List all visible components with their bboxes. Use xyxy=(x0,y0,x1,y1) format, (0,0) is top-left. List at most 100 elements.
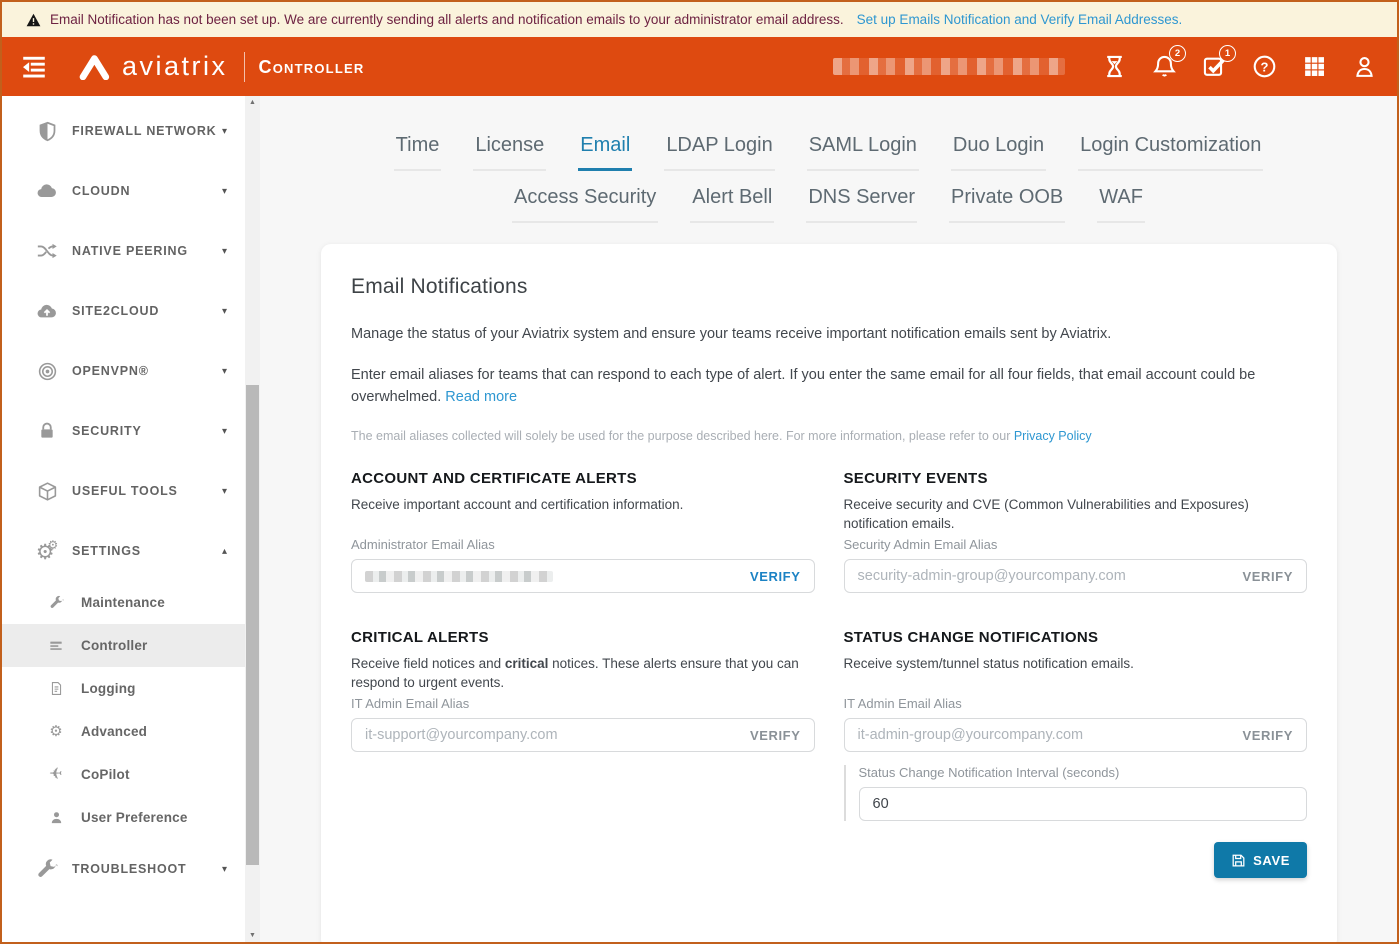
tasks-badge: 1 xyxy=(1219,45,1236,62)
warning-banner: Email Notification has not been set up. … xyxy=(2,2,1397,37)
administrator-email-input[interactable]: VERIFY xyxy=(351,559,815,593)
cloud-icon xyxy=(35,179,59,203)
cube-icon xyxy=(35,479,59,503)
chevron-down-icon: ▾ xyxy=(222,864,227,875)
privacy-policy-link[interactable]: Privacy Policy xyxy=(1014,429,1092,443)
tab-time[interactable]: Time xyxy=(394,134,442,171)
tab-login-customization[interactable]: Login Customization xyxy=(1078,134,1263,171)
tab-dns-server[interactable]: DNS Server xyxy=(806,186,917,223)
sidebar-item-settings[interactable]: ⚙⚙ SETTINGS ▴ xyxy=(2,521,245,581)
sidebar-item-advanced[interactable]: ⚙ Advanced xyxy=(2,710,245,753)
help-icon: ? xyxy=(1252,54,1277,79)
privacy-note: The email aliases collected will solely … xyxy=(351,429,1307,443)
app-window: Email Notification has not been set up. … xyxy=(0,0,1399,944)
sidebar: FIREWALL NETWORK ▾ CLOUDN ▾ xyxy=(2,96,245,942)
chevron-down-icon: ▾ xyxy=(222,246,227,257)
verify-button[interactable]: VERIFY xyxy=(750,728,801,743)
chevron-down-icon: ▾ xyxy=(222,486,227,497)
sidebar-item-copilot[interactable]: ✈ CoPilot xyxy=(2,753,245,796)
svg-text:?: ? xyxy=(1260,59,1268,74)
aviatrix-logo-mark-icon xyxy=(78,53,112,80)
banner-setup-link[interactable]: Set up Emails Notification and Verify Em… xyxy=(857,12,1183,27)
tab-email[interactable]: Email xyxy=(578,134,632,171)
tab-license[interactable]: License xyxy=(473,134,546,171)
verify-button[interactable]: VERIFY xyxy=(1242,569,1293,584)
gear-icon: ⚙ xyxy=(48,724,64,740)
verify-button[interactable]: VERIFY xyxy=(750,569,801,584)
section-description: Receive system/tunnel status notificatio… xyxy=(844,655,1308,696)
sidebar-item-security[interactable]: SECURITY ▾ xyxy=(2,401,245,461)
notifications-badge: 2 xyxy=(1169,45,1186,62)
interval-label: Status Change Notification Interval (sec… xyxy=(859,765,1308,780)
lock-icon xyxy=(35,419,59,443)
tab-alert-bell[interactable]: Alert Bell xyxy=(690,186,774,223)
tab-access-security[interactable]: Access Security xyxy=(512,186,658,223)
field-label: Administrator Email Alias xyxy=(351,537,815,552)
section-title: CRITICAL ALERTS xyxy=(351,629,815,646)
tab-waf[interactable]: WAF xyxy=(1097,186,1145,223)
security-admin-email-input[interactable] xyxy=(858,568,1243,584)
wrench-icon xyxy=(35,857,59,881)
sidebar-item-cloudn[interactable]: CLOUDN ▾ xyxy=(2,161,245,221)
tab-private-oob[interactable]: Private OOB xyxy=(949,186,1065,223)
section-description: Receive field notices and critical notic… xyxy=(351,655,815,696)
tab-saml-login[interactable]: SAML Login xyxy=(807,134,919,171)
help-button[interactable]: ? xyxy=(1251,54,1277,80)
chevron-down-icon: ▾ xyxy=(222,306,227,317)
verify-button[interactable]: VERIFY xyxy=(1242,728,1293,743)
person-icon xyxy=(48,810,64,826)
it-admin-email-input[interactable] xyxy=(858,727,1243,743)
section-title: SECURITY EVENTS xyxy=(844,470,1308,487)
sidebar-collapse-button[interactable] xyxy=(20,54,50,80)
sidebar-item-native-peering[interactable]: NATIVE PEERING ▾ xyxy=(2,221,245,281)
sidebar-item-logging[interactable]: Logging xyxy=(2,667,245,710)
section-critical-alerts: CRITICAL ALERTS Receive field notices an… xyxy=(351,629,815,878)
save-floppy-icon xyxy=(1231,853,1246,868)
warning-icon xyxy=(26,13,41,27)
sidebar-item-troubleshoot[interactable]: TROUBLESHOOT ▾ xyxy=(2,839,245,899)
user-menu-button[interactable] xyxy=(1351,54,1377,80)
notifications-button[interactable]: 2 xyxy=(1151,54,1177,80)
scrollbar-down-arrow[interactable]: ▼ xyxy=(245,932,260,939)
sidebar-item-user-preference[interactable]: User Preference xyxy=(2,796,245,839)
plane-icon: ✈ xyxy=(48,767,64,783)
section-description: Receive important account and certificat… xyxy=(351,496,815,537)
wrench-small-icon xyxy=(48,595,64,611)
section-security-events: SECURITY EVENTS Receive security and CVE… xyxy=(844,470,1308,593)
field-label: IT Admin Email Alias xyxy=(351,696,815,711)
sidebar-item-site2cloud[interactable]: SITE2CLOUD ▾ xyxy=(2,281,245,341)
collapse-menu-icon xyxy=(20,55,48,78)
sidebar-item-openvpn[interactable]: OPENVPN® ▾ xyxy=(2,341,245,401)
app-header: aviatrix Controller 2 xyxy=(2,37,1397,96)
cloud-upload-icon xyxy=(35,299,59,323)
scrollbar-thumb[interactable] xyxy=(246,385,259,865)
chevron-down-icon: ▾ xyxy=(222,186,227,197)
read-more-link[interactable]: Read more xyxy=(445,389,517,405)
sidebar-item-useful-tools[interactable]: USEFUL TOOLS ▾ xyxy=(2,461,245,521)
chevron-up-icon: ▴ xyxy=(222,546,227,557)
sidebar-item-firewall-network[interactable]: FIREWALL NETWORK ▾ xyxy=(2,101,245,161)
section-description: Receive security and CVE (Common Vulnera… xyxy=(844,496,1308,537)
tab-ldap-login[interactable]: LDAP Login xyxy=(664,134,774,171)
section-status-change-notifications: STATUS CHANGE NOTIFICATIONS Receive syst… xyxy=(844,629,1308,878)
tab-duo-login[interactable]: Duo Login xyxy=(951,134,1046,171)
product-name: Controller xyxy=(259,55,365,78)
redacted-email-value xyxy=(365,571,553,582)
scrollbar-up-arrow[interactable]: ▲ xyxy=(245,99,260,106)
chevron-down-icon: ▾ xyxy=(222,426,227,437)
hourglass-button[interactable] xyxy=(1101,54,1127,80)
save-button[interactable]: SAVE xyxy=(1214,842,1307,878)
document-icon xyxy=(48,681,64,697)
intro-paragraph-2: Enter email aliases for teams that can r… xyxy=(351,365,1307,409)
page-title: Email Notifications xyxy=(351,275,1307,299)
header-divider xyxy=(244,52,245,82)
sidebar-item-maintenance[interactable]: Maintenance xyxy=(2,581,245,624)
list-icon xyxy=(48,638,64,654)
it-support-email-input[interactable] xyxy=(365,727,750,743)
tasks-button[interactable]: 1 xyxy=(1201,54,1227,80)
main-content: Time License Email LDAP Login SAML Login… xyxy=(260,96,1397,942)
sidebar-item-controller[interactable]: Controller xyxy=(2,624,245,667)
section-account-certificate-alerts: ACCOUNT AND CERTIFICATE ALERTS Receive i… xyxy=(351,470,815,593)
interval-input[interactable] xyxy=(859,787,1308,821)
apps-menu-button[interactable] xyxy=(1301,54,1327,80)
